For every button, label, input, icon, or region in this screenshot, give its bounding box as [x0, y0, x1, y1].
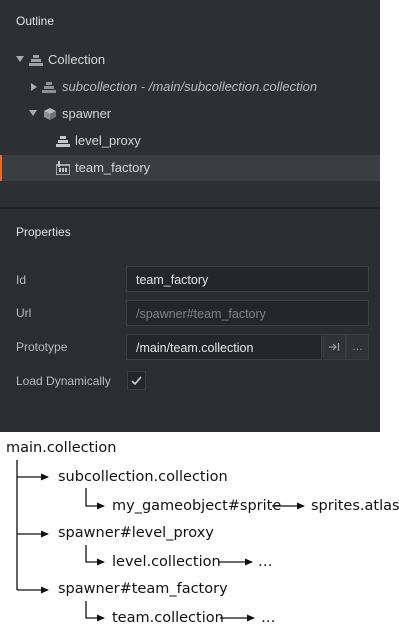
diagram-node-team-collection: team.collection [112, 610, 224, 626]
diagram-node-ellipsis: … [258, 554, 273, 570]
outline-item-label: Collection [48, 52, 106, 67]
prototype-field[interactable]: /main/team.collection [126, 334, 322, 360]
gameobject-cube-icon [43, 107, 57, 121]
diagram-node-atlas: sprites.atlas [311, 498, 399, 514]
connector-arrow [85, 545, 105, 566]
expand-arrow-icon[interactable] [29, 110, 37, 116]
diagram-node-level-collection: level.collection [112, 554, 221, 570]
outline-item-label: team_factory [75, 160, 151, 175]
factory-icon [55, 161, 71, 176]
prototype-label: Prototype [16, 340, 68, 354]
collection-proxy-icon [56, 134, 70, 148]
diagram-node-ellipsis: … [261, 610, 276, 626]
id-field[interactable]: team_factory [126, 266, 369, 292]
diagram-root-node: main.collection [6, 440, 117, 456]
outline-item-level-proxy[interactable]: level_proxy [0, 128, 380, 154]
collection-icon [42, 80, 56, 94]
browse-button[interactable]: … [346, 334, 369, 360]
outline-item-team-factory[interactable]: team_factory [0, 155, 380, 181]
properties-title: Properties [16, 225, 71, 239]
outline-item-label: level_proxy [75, 133, 141, 148]
open-file-icon [329, 343, 340, 351]
diagram-node-team-factory: spawner#team_factory [58, 581, 228, 597]
scrollbar-area [380, 0, 399, 432]
outline-item-label: subcollection - /main/subcollection.coll… [62, 79, 318, 94]
url-field: /spawner#team_factory [126, 300, 369, 326]
load-dynamically-label: Load Dynamically [16, 374, 111, 388]
connector-arrow [85, 488, 105, 510]
collection-icon [29, 53, 43, 67]
expand-arrow-icon[interactable] [16, 56, 24, 62]
diagram-node-sprite: my_gameobject#sprite [112, 498, 282, 514]
diagram-node-level-proxy: spawner#level_proxy [58, 525, 214, 541]
connector-arrow [85, 601, 105, 622]
url-label: Url [16, 306, 32, 320]
editor-panel: Outline Collection subcollection - /main… [0, 0, 380, 432]
outline-item-spawner[interactable]: spawner [0, 101, 380, 127]
open-file-button[interactable] [323, 334, 346, 360]
diagram-node-subcollection: subcollection.collection [58, 469, 228, 485]
checkmark-icon [131, 376, 142, 386]
outline-item-label: spawner [62, 106, 112, 121]
outline-title: Outline [16, 14, 55, 28]
id-label: Id [16, 273, 27, 287]
collapse-arrow-icon[interactable] [31, 83, 37, 91]
load-dynamically-checkbox[interactable] [127, 371, 146, 390]
outline-item-subcollection[interactable]: subcollection - /main/subcollection.coll… [0, 74, 380, 100]
outline-item-collection[interactable]: Collection [0, 47, 380, 73]
